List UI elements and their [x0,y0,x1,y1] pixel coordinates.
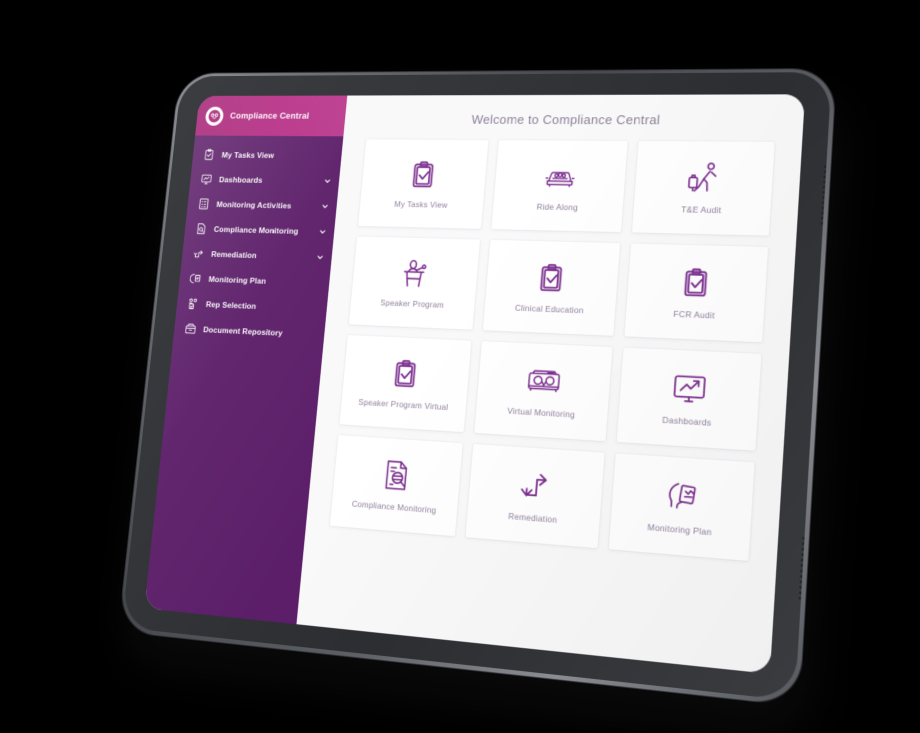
sidebar-item-label: My Tasks View [221,149,275,160]
chevron-down-icon[interactable] [318,227,327,236]
chevron-down-icon[interactable] [323,176,332,185]
card-dashboards[interactable]: Dashboards [616,347,762,451]
sidebar-item-label: Document Repository [202,324,284,338]
card-virtual-monitoring[interactable]: Virtual Monitoring [474,341,613,442]
checklist-icon [196,196,210,210]
sidebar-item-label: Dashboards [218,174,264,185]
card-compliance-monitoring[interactable]: Compliance Monitoring [329,435,463,537]
brand-name: Compliance Central [229,110,310,121]
card-label: Speaker Program Virtual [357,397,449,413]
card-fcr-audit[interactable]: FCR Audit [624,243,769,343]
card-monitoring-plan[interactable]: Monitoring Plan [608,453,755,561]
document-search-icon [194,221,208,235]
plan-hand-icon [188,271,202,285]
vr-headset-icon [524,362,562,402]
compliance-central-app: Compliance Central My Tasks View Dashboa… [144,94,806,674]
sidebar-item-label: Remediation [210,248,258,260]
card-clinical-education[interactable]: Clinical Education [482,239,621,336]
clipboard-check-icon [678,263,714,303]
monitor-chart-icon [670,369,708,410]
card-label: Speaker Program [379,297,445,311]
card-remediation[interactable]: Remediation [465,443,605,549]
card-label: Monitoring Plan [647,522,713,538]
sidebar-brand-header[interactable]: Compliance Central [195,95,348,137]
sidebar-item-document-repository[interactable]: Document Repository [173,315,325,347]
card-label: Clinical Education [514,303,585,316]
sidebar-item-monitoring-activities[interactable]: Monitoring Activities [187,191,338,219]
card-speaker-program-virtual[interactable]: Speaker Program Virtual [339,334,472,433]
document-magnifier-icon [380,456,413,496]
traveler-luggage-icon [686,160,721,199]
device-screen: Compliance Central My Tasks View Dashboa… [144,94,806,674]
card-speaker-program[interactable]: Speaker Program [348,236,481,330]
card-label: Compliance Monitoring [351,498,437,516]
sidebar-item-label: Compliance Monitoring [213,223,299,236]
clipboard-check-icon [389,355,422,394]
clipboard-check-icon [534,259,568,298]
car-icon [542,158,578,196]
scene: Compliance Central My Tasks View Dashboa… [0,0,920,733]
sidebar-item-label: Monitoring Plan [208,273,267,286]
card-label: Remediation [507,511,558,526]
tablet-device: Compliance Central My Tasks View Dashboa… [118,68,844,733]
chevron-down-icon[interactable] [315,252,324,261]
clipboard-check-icon [407,157,440,194]
sidebar-item-my-tasks-view[interactable]: My Tasks View [192,142,343,168]
podium-speaker-icon [397,255,432,293]
archive-box-icon [183,321,197,336]
exchange-arrows-icon [191,246,205,260]
card-te-audit[interactable]: T&E Audit [631,140,775,236]
plan-hand-icon [662,476,700,519]
card-label: My Tasks View [393,199,448,211]
card-label: FCR Audit [673,309,716,321]
exchange-arrows-icon [518,466,553,507]
dashboard-monitor-icon [199,172,213,186]
sidebar-item-label: Rep Selection [205,298,257,311]
page-title: Welcome to Compliance Central [470,112,661,128]
owl-circle-logo-icon [204,106,225,126]
card-my-tasks-view[interactable]: My Tasks View [358,139,489,229]
chevron-down-icon[interactable] [320,202,329,211]
people-select-icon [186,296,200,310]
card-label: Dashboards [661,414,712,429]
card-label: Virtual Monitoring [506,405,576,421]
sidebar-item-label: Monitoring Activities [216,199,292,210]
sidebar-item-dashboards[interactable]: Dashboards [189,166,340,193]
sidebar-nav: My Tasks View Dashboards Monitoring Acti… [173,136,343,348]
clipboard-check-icon [202,147,216,161]
